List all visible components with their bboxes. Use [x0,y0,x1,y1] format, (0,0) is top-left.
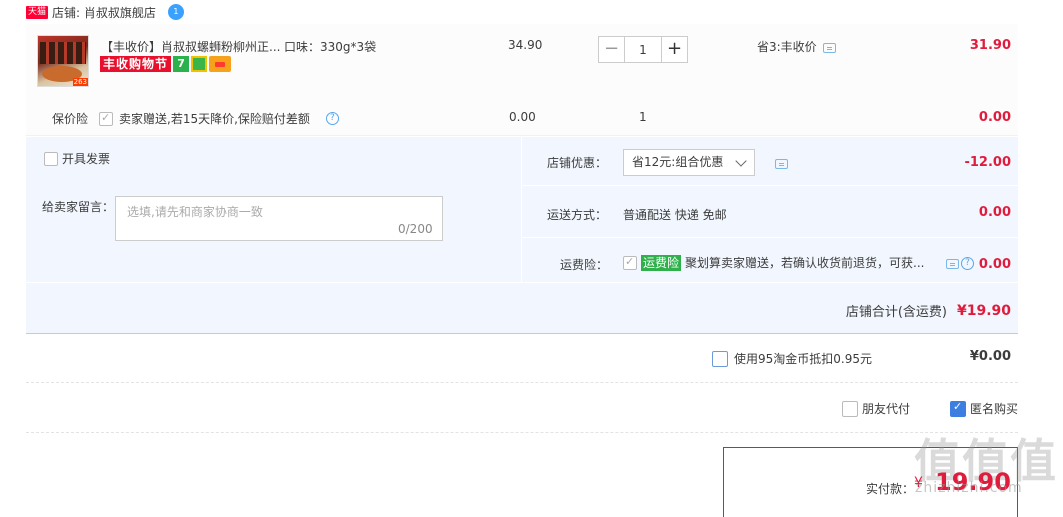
message-char-count: 0/200 [398,222,433,236]
product-badges: 丰收购物节 7 [100,56,232,72]
product-thumbnail[interactable]: 263 [37,35,89,87]
comment-icon[interactable] [822,42,836,53]
anonymous-label: 匿名购买 [970,402,1019,416]
seven-day-return-icon: 7 [173,56,190,72]
quantity-stepper: − 1 + [598,36,688,63]
harvest-festival-badge: 丰收购物节 [100,56,172,72]
friend-pay-option[interactable]: 朋友代付 [842,400,910,417]
insurance-price: 0.00 [509,110,536,124]
coin-option[interactable]: 使用95淘金币抵扣0.95元 [712,350,872,367]
invoice-label: 开具发票 [62,152,111,166]
message-label: 给卖家留言： [42,200,115,214]
store-name-link[interactable]: 店铺: 肖叔叔旗舰店 [52,4,156,21]
insurance-label: 保价险 [52,112,89,126]
saving-info: 省3:丰收价 [757,38,836,55]
store-total: 店铺合计(含运费) ¥19.90 [845,301,1011,321]
store-discount-value: 省12元:组合优惠 [632,155,724,169]
insurance-row: 卖家赠送,若15天降价,保险赔付差额 ? [99,110,339,127]
freight-insurance-amount: 0.00 [978,257,1011,272]
comment-icon[interactable] [946,258,959,269]
product-title-link[interactable]: 【丰收价】肖叔叔螺蛳粉柳州正... [101,38,280,55]
comment-icon[interactable] [775,158,788,169]
insurance-checkbox [99,111,113,126]
store-header: 天猫 店铺: 肖叔叔旗舰店 1 [26,3,184,21]
freight-insurance-desc: 聚划算卖家赠送，若确认收货前退货，可获... [685,256,925,270]
invoice-option[interactable]: 开具发票 [44,150,110,167]
insurance-subtotal: 0.00 [978,110,1011,125]
freight-insurance-tag: 运费险 [641,254,682,271]
quantity-input[interactable]: 1 [625,36,661,63]
insurance-desc: 卖家赠送,若15天降价,保险赔付差额 [119,112,310,126]
freight-insurance-checkbox [623,255,637,270]
quantity-plus-button[interactable]: + [661,36,688,63]
green-badge-icon [191,56,208,72]
store-discount-amount: -12.00 [964,155,1011,170]
shipping-label: 运送方式： [547,208,608,222]
watermark-text: zhizhizhi.com [915,480,1023,496]
freight-insurance-row: 运费险 聚划算卖家赠送，若确认收货前退货，可获... [623,254,924,271]
invoice-checkbox[interactable] [44,151,58,166]
saving-label: 省3:丰收价 [757,40,817,54]
chat-icon[interactable]: 1 [167,4,184,20]
help-icon[interactable]: ? [961,257,974,270]
shipping-method: 普通配送 快递 免邮 [623,208,727,222]
item-subtotal: 31.90 [969,38,1011,53]
insurance-qty: 1 [639,110,647,124]
anonymous-option[interactable]: 匿名购买 [950,400,1018,417]
store-discount-label: 店铺优惠： [547,156,608,170]
store-total-label: 店铺合计(含运费) [845,305,947,320]
coin-label: 使用95淘金币抵扣0.95元 [734,352,872,366]
friend-pay-checkbox[interactable] [842,400,858,417]
anonymous-checkbox[interactable] [950,400,966,417]
card-payment-icon [209,56,232,72]
freight-insurance-label: 运费险： [560,258,609,272]
store-discount-select[interactable]: 省12元:组合优惠 [623,149,755,176]
message-placeholder: 选填,请先和商家协商一致 [127,205,263,219]
unit-price: 34.90 [508,38,543,52]
store-total-amount: ¥19.90 [956,302,1011,319]
chevron-down-icon [735,155,747,167]
product-spec: 口味：330g*3袋 [284,40,377,54]
quantity-minus-button[interactable]: − [598,36,625,63]
coin-checkbox[interactable] [712,350,728,367]
coin-amount: ¥0.00 [969,349,1011,364]
help-icon[interactable]: ? [325,112,339,125]
shipping-amount: 0.00 [978,205,1011,220]
friend-pay-label: 朋友代付 [862,402,911,416]
payment-label: 实付款： [866,482,915,496]
tmall-badge: 天猫 [26,5,49,19]
